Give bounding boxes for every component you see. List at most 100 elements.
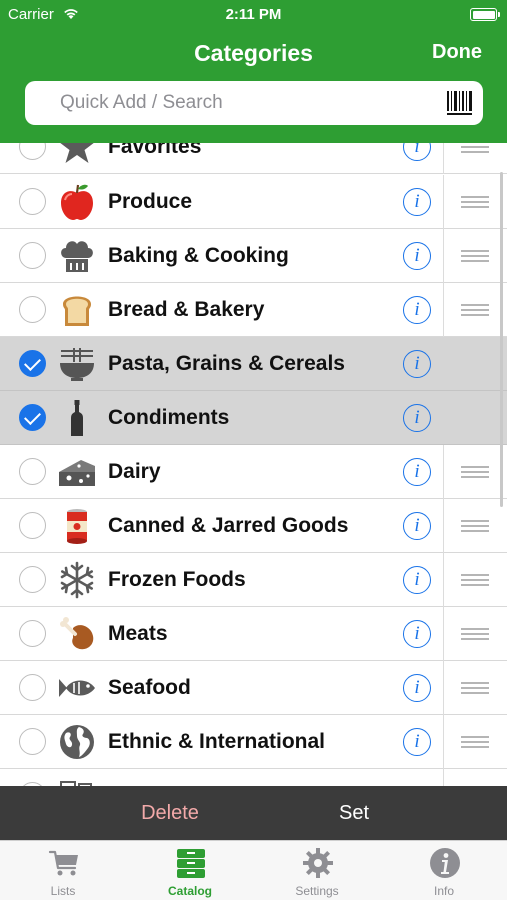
category-row-frozen-foods[interactable]: Frozen Foods i [0,553,507,607]
bottle-icon [71,400,83,436]
apple-icon [61,184,93,220]
info-icon [430,848,460,878]
delete-button[interactable]: Delete [118,786,222,840]
selection-checkbox[interactable] [19,512,46,539]
selection-checkbox[interactable] [19,296,46,323]
search-bar [25,81,483,125]
category-row-dairy[interactable]: Dairy i [0,445,507,499]
info-button[interactable]: i [403,566,431,594]
can-icon [67,509,87,544]
category-label: Produce [108,190,193,213]
selection-checkbox[interactable] [19,188,46,215]
category-label: Favorites [108,143,202,158]
category-row-favorites[interactable]: Favorites i [0,143,507,174]
category-row-canned-jarred[interactable]: Canned & Jarred Goods i [0,499,507,553]
info-button[interactable]: i [403,143,431,161]
reorder-handle[interactable] [461,466,489,478]
tab-settings[interactable]: Settings [254,841,380,900]
divider [443,229,444,283]
gear-icon [303,848,333,878]
tab-info[interactable]: Info [381,841,507,900]
info-button[interactable]: i [403,350,431,378]
category-row-pasta-grains-cereals[interactable]: Pasta, Grains & Cereals i [0,337,507,391]
bowl-icon [60,348,94,381]
category-list[interactable]: Favorites i Produce i Baking & Cooking i [0,143,507,786]
category-row-seafood[interactable]: Seafood i [0,661,507,715]
category-label: Condiments [108,406,230,429]
info-button[interactable]: i [403,674,431,702]
tab-label: Catalog [167,884,212,898]
category-row-condiments[interactable]: Condiments i [0,391,507,445]
selection-checkbox[interactable] [19,404,46,431]
selection-checkbox[interactable] [19,242,46,269]
category-label: Bread & Bakery [108,298,265,321]
cheese-icon [59,460,95,486]
category-row-meats[interactable]: Meats i [0,607,507,661]
info-button[interactable]: i [403,458,431,486]
category-row-partial[interactable] [0,769,507,786]
page-title: Categories [194,40,313,66]
info-button[interactable]: i [403,296,431,324]
clock: 2:11 PM [225,6,282,23]
status-bar: Carrier 2:11 PM [0,0,507,30]
divider [443,175,444,229]
divider [443,769,444,786]
selection-checkbox[interactable] [19,458,46,485]
divider [443,283,444,337]
done-button[interactable]: Done [432,41,482,64]
tab-lists[interactable]: Lists [0,841,126,900]
household-icon [60,781,92,786]
divider [443,553,444,607]
info-button[interactable]: i [403,620,431,648]
bread-icon [63,296,91,326]
scroll-indicator[interactable] [500,172,503,507]
category-row-baking-cooking[interactable]: Baking & Cooking i [0,229,507,283]
divider [443,143,444,174]
divider [443,661,444,715]
tab-catalog[interactable]: Catalog [127,841,253,900]
reorder-handle[interactable] [461,196,489,208]
selection-checkbox[interactable] [19,674,46,701]
category-row-ethnic-international[interactable]: Ethnic & International i [0,715,507,769]
set-button[interactable]: Set [318,786,390,840]
drumstick-icon [60,617,94,650]
reorder-handle[interactable] [461,682,489,694]
info-button[interactable]: i [403,188,431,216]
chef-hat-icon [61,241,93,272]
reorder-handle[interactable] [461,628,489,640]
category-label: Dairy [108,460,161,483]
info-button[interactable]: i [403,404,431,432]
cart-icon [48,850,78,876]
selection-checkbox[interactable] [19,566,46,593]
reorder-handle[interactable] [461,736,489,748]
category-row-bread-bakery[interactable]: Bread & Bakery i [0,283,507,337]
quick-add-search-input[interactable] [60,81,430,125]
category-label: Ethnic & International [108,730,326,753]
barcode-scan-icon[interactable] [446,89,473,117]
info-button[interactable]: i [403,728,431,756]
selection-checkbox[interactable] [19,350,46,377]
selection-checkbox[interactable] [19,620,46,647]
reorder-handle[interactable] [461,250,489,262]
globe-icon [60,725,94,759]
divider [443,499,444,553]
category-row-produce[interactable]: Produce i [0,175,507,229]
tab-label: Lists [50,884,76,898]
divider [443,715,444,769]
divider [443,445,444,499]
category-label: Pasta, Grains & Cereals [108,352,345,375]
reorder-handle[interactable] [461,574,489,586]
selection-checkbox[interactable] [19,143,46,160]
reorder-handle[interactable] [461,304,489,316]
reorder-handle[interactable] [461,143,489,153]
edit-action-bar: Delete Set [0,786,507,840]
reorder-handle[interactable] [461,520,489,532]
battery-icon [470,8,500,21]
category-label: Frozen Foods [108,568,246,591]
divider [443,607,444,661]
tab-bar: Lists Catalog Settings Info [0,840,507,900]
selection-checkbox[interactable] [19,728,46,755]
info-button[interactable]: i [403,512,431,540]
info-button[interactable]: i [403,242,431,270]
catalog-icon [177,849,205,878]
